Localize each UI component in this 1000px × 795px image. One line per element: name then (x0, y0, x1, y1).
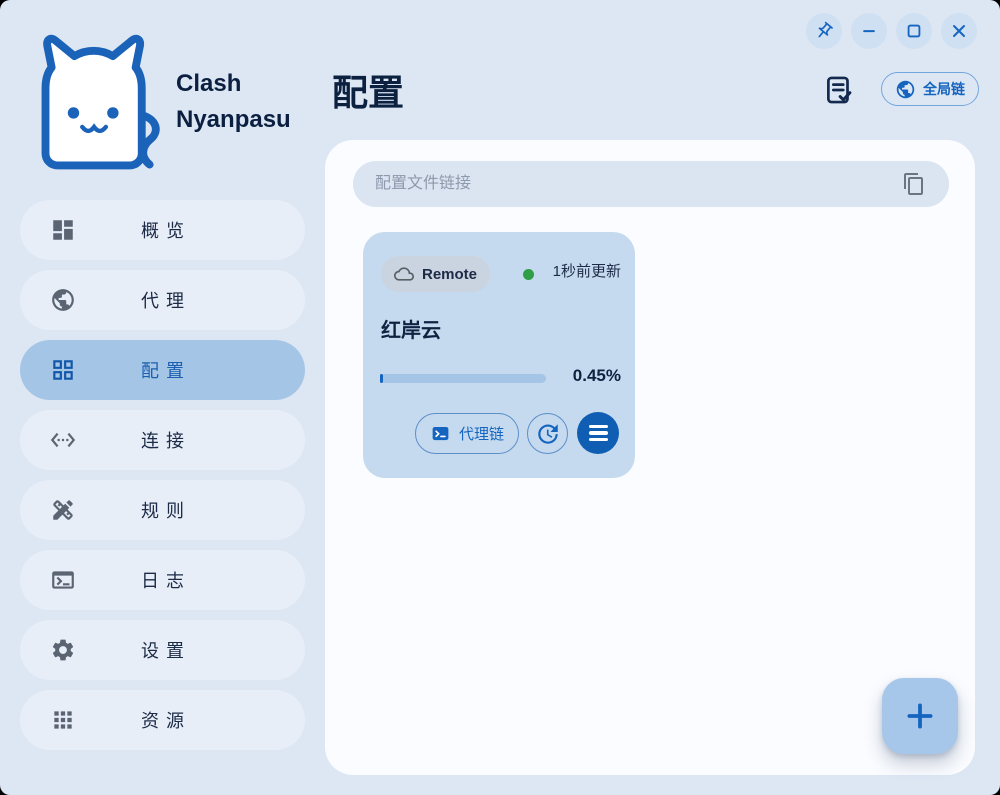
updated-time: 1秒前更新 (541, 261, 621, 283)
copy-icon (902, 172, 926, 196)
maximize-button[interactable] (896, 13, 932, 49)
runtime-config-button[interactable] (820, 72, 858, 110)
profile-type-label: Remote (422, 266, 477, 283)
sidebar-item-label: 规则 (20, 497, 305, 523)
pin-window-button[interactable] (806, 13, 842, 49)
profile-menu-button[interactable] (577, 412, 619, 454)
sidebar-nav: 概览 代理 配置 连接 规则 (20, 200, 305, 760)
update-icon (535, 421, 561, 447)
update-profile-button[interactable] (527, 413, 568, 454)
maximize-icon (904, 21, 924, 41)
globe-icon (895, 79, 916, 100)
app-title-line2: Nyanpasu (176, 102, 291, 138)
profile-card[interactable]: Remote 1秒前更新 红岸云 0.45% 代理链 (363, 232, 635, 478)
sidebar-item-label: 设置 (20, 637, 305, 663)
app-logo: Clash Nyanpasu (28, 34, 291, 170)
add-profile-button[interactable] (882, 678, 958, 754)
close-button[interactable] (941, 13, 977, 49)
sidebar-item-label: 代理 (20, 287, 305, 313)
close-icon (949, 21, 969, 41)
global-chain-label: 全局链 (923, 79, 965, 99)
global-chain-button[interactable]: 全局链 (881, 72, 979, 106)
profile-type-chip: Remote (381, 256, 490, 292)
doc-check-icon (822, 73, 856, 107)
sidebar-item-overview[interactable]: 概览 (20, 200, 305, 260)
cat-logo-icon (28, 34, 168, 170)
app-window: Clash Nyanpasu 概览 代理 配置 连接 (0, 0, 1000, 795)
sidebar-item-rules[interactable]: 规则 (20, 480, 305, 540)
sidebar-item-label: 资源 (20, 707, 305, 733)
minimize-icon (859, 21, 879, 41)
progress-fill (380, 374, 383, 383)
main-panel: Remote 1秒前更新 红岸云 0.45% 代理链 (325, 140, 975, 775)
sidebar-item-label: 配置 (20, 357, 305, 383)
sidebar-item-label: 日志 (20, 567, 305, 593)
sidebar-item-resources[interactable]: 资源 (20, 690, 305, 750)
app-title-line1: Clash (176, 66, 291, 102)
sidebar-item-label: 概览 (20, 217, 305, 243)
updated-time-text: 1秒前更新 (553, 261, 621, 283)
proxy-chain-label: 代理链 (459, 423, 504, 444)
paste-from-clipboard-button[interactable] (900, 171, 928, 199)
sidebar-item-proxy[interactable]: 代理 (20, 270, 305, 330)
cloud-icon (394, 264, 414, 284)
terminal-icon (430, 423, 451, 444)
proxy-chain-button[interactable]: 代理链 (415, 413, 519, 454)
profile-url-input[interactable] (353, 161, 949, 207)
pushpin-icon (814, 21, 834, 41)
traffic-progress-bar (380, 374, 546, 383)
sidebar-item-settings[interactable]: 设置 (20, 620, 305, 680)
sidebar-item-label: 连接 (20, 427, 305, 453)
sidebar-item-connections[interactable]: 连接 (20, 410, 305, 470)
minimize-button[interactable] (851, 13, 887, 49)
sidebar-item-profiles[interactable]: 配置 (20, 340, 305, 400)
menu-icon (589, 425, 608, 429)
app-title: Clash Nyanpasu (176, 66, 291, 138)
status-dot (523, 269, 534, 280)
page-title: 配置 (332, 64, 404, 116)
sidebar-item-logs[interactable]: 日志 (20, 550, 305, 610)
plus-icon (903, 699, 937, 733)
traffic-percent: 0.45% (573, 366, 621, 386)
profile-name: 红岸云 (381, 314, 441, 343)
